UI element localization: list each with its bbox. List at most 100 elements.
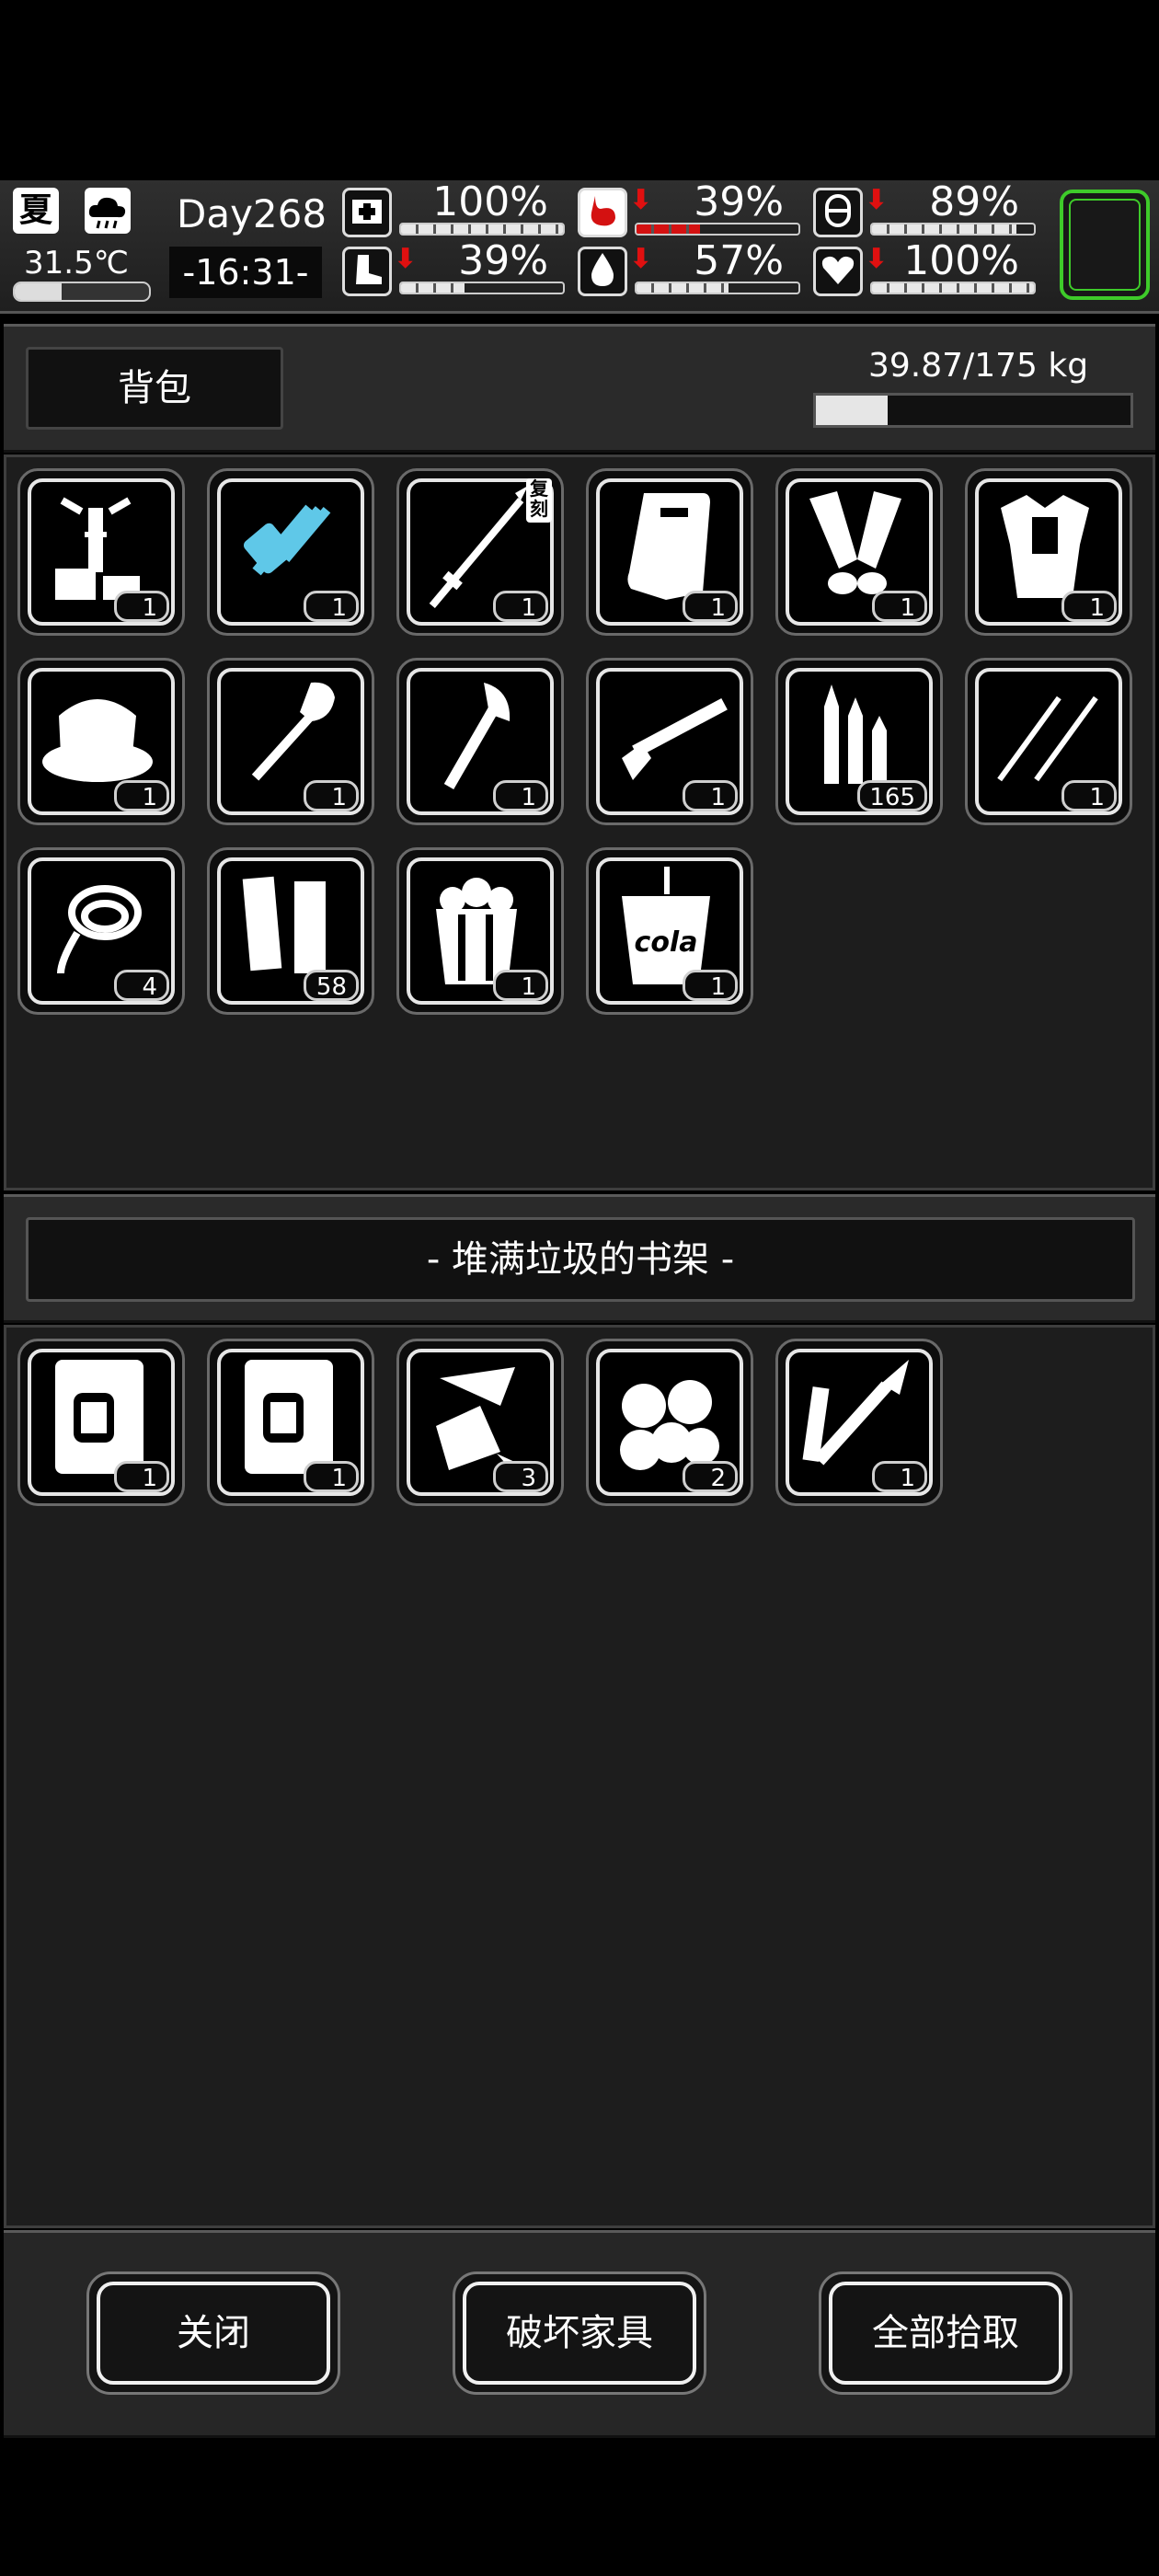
backpack-item-slot[interactable]: 1 [775,468,943,636]
backpack-item-slot[interactable]: 4 [17,847,185,1015]
close-button[interactable]: 关闭 [86,2271,340,2395]
mood-bar [870,282,1036,294]
axe-icon [443,683,511,790]
container-grid: 1 1 3 2 1 [4,1325,1155,2228]
temperature-gauge [13,282,151,302]
container-header: - 堆满垃圾的书架 - [4,1194,1155,1323]
item-count: 1 [683,591,738,622]
backpack-item-slot[interactable]: 复刻 1 [396,468,564,636]
temperature-text: 31.5℃ [24,245,129,282]
lockpicks-icon [997,696,1098,782]
destroy-furniture-button[interactable]: 破坏家具 [453,2271,706,2395]
blue-minigun-icon [243,504,331,576]
fur-armor-icon [1001,495,1089,598]
status-bar: 夏 31.5℃ Day268 -16:31- 100% ⬇ 39% ⬇ 89% ⬇ 39% ⬇… [0,178,1159,314]
item-count: 1 [1061,780,1117,811]
backpack-header: 背包 39.87/175 kg [4,324,1155,453]
stamina-percent: 39% [458,237,548,284]
popcorn-icon [436,878,517,984]
weight-bar [813,393,1133,428]
backpack-item-slot[interactable]: 1 [965,468,1132,636]
fur-hat-icon [42,699,153,782]
season-icon: 夏 [13,188,59,234]
item-count: 1 [114,1461,169,1492]
item-count: 1 [493,970,548,1001]
cola-cup-icon: cola [622,867,710,984]
mood-percent: 100% [903,237,1019,284]
destroy-button-label: 破坏家具 [463,2282,696,2385]
equipped-slot[interactable] [1060,190,1150,300]
container-item-slot[interactable]: 1 [207,1339,374,1506]
item-count: 1 [304,780,359,811]
backpack-item-slot[interactable]: 1 [396,658,564,825]
backpack-item-slot[interactable]: 165 [775,658,943,825]
item-count: 58 [304,970,359,1001]
cola-label: cola [635,926,698,959]
health-bar [399,223,565,236]
hunger-bar [635,223,800,236]
rope-icon [57,885,142,974]
item-count: 1 [872,1461,927,1492]
cotton-balls-icon [620,1380,719,1470]
backpack-grid: 1 1 复刻 1 1 1 1 1 1 1 1 165 1 4 58 1 cola 1 [4,454,1155,1190]
rocket-launcher-part-icon [802,1360,909,1466]
item-count: 1 [304,591,359,622]
take-all-button[interactable]: 全部拾取 [819,2271,1073,2395]
backpack-title: 背包 [26,347,283,430]
backpack-item-slot[interactable]: 1 [396,847,564,1015]
container-item-slot[interactable]: 1 [775,1339,943,1506]
item-count: 3 [493,1461,548,1492]
close-button-label: 关闭 [97,2282,330,2385]
shotgun-shells-icon [242,876,326,973]
backpack-item-slot[interactable]: 1 [586,468,753,636]
crafting-stand-icon [55,497,140,600]
day-counter: Day268 [177,191,327,236]
bullets-icon [824,684,887,784]
blueprint-scroll-icon [245,1360,333,1474]
blueprint-scroll-icon [55,1360,143,1474]
shovel-icon [251,682,335,781]
item-count: 1 [1061,591,1117,622]
item-count: 1 [114,780,169,811]
stamina-bar [399,282,565,294]
item-count: 4 [114,970,169,1001]
weight-text: 39.87/175 kg [868,347,1089,385]
item-count: 1 [493,591,548,622]
shotgun-icon [622,697,728,780]
container-item-slot[interactable]: 1 [17,1339,185,1506]
weather-cloud-icon [85,188,131,234]
backpack-item-slot[interactable]: 1 [207,468,374,636]
energy-bar [870,223,1036,236]
thirst-bar [635,282,800,294]
clock: -16:31- [169,247,322,298]
riot-shield-icon [627,493,710,600]
item-count: 165 [857,780,927,811]
action-bar: 关闭 破坏家具 全部拾取 [4,2230,1155,2438]
item-count: 1 [683,970,738,1001]
backpack-item-slot[interactable]: 1 [17,658,185,825]
hunger-percent: 39% [694,178,784,225]
item-count: 1 [683,780,738,811]
energy-percent: 89% [929,178,1019,225]
item-count: 2 [683,1461,738,1492]
item-count: 1 [872,591,927,622]
health-percent: 100% [432,178,548,225]
spear-icon [429,486,528,609]
backpack-item-slot[interactable]: 58 [207,847,374,1015]
thirst-percent: 57% [694,237,784,284]
backpack-item-slot[interactable]: 1 [17,468,185,636]
container-item-slot[interactable]: 3 [396,1339,564,1506]
container-title: - 堆满垃圾的书架 - [26,1217,1135,1302]
item-count: 1 [493,780,548,811]
item-count: 1 [114,591,169,622]
backpack-item-slot[interactable]: cola 1 [586,847,753,1015]
take-all-button-label: 全部拾取 [829,2282,1062,2385]
leg-guards-icon [809,491,901,594]
backpack-item-slot[interactable]: 1 [965,658,1132,825]
backpack-item-slot[interactable]: 1 [207,658,374,825]
paper-scraps-icon [436,1367,521,1470]
backpack-item-slot[interactable]: 1 [586,658,753,825]
replica-tag: 复刻 [526,478,552,523]
item-count: 1 [304,1461,359,1492]
container-item-slot[interactable]: 2 [586,1339,753,1506]
